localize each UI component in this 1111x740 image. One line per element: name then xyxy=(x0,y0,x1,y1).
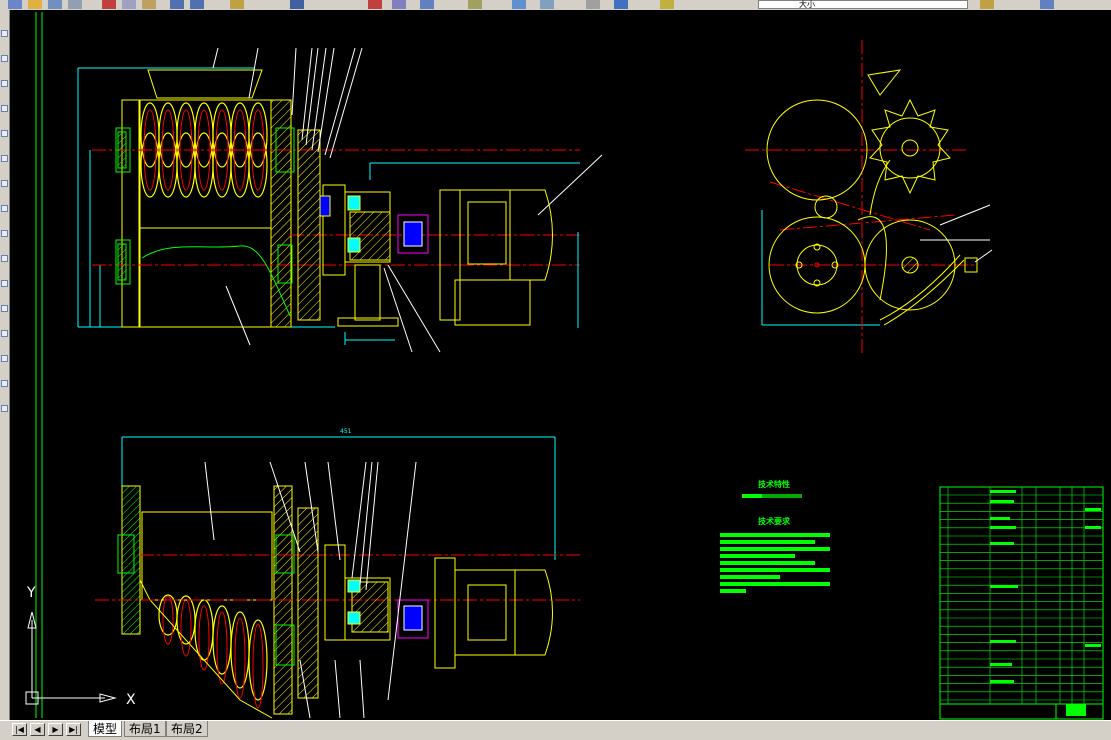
ellipse-tool-icon[interactable] xyxy=(1,205,8,212)
calculator-icon[interactable] xyxy=(540,0,554,9)
polygon-tool-icon[interactable] xyxy=(1,80,8,87)
zoom-window-icon[interactable] xyxy=(368,0,382,9)
tech-requirements-title: 技术要求 xyxy=(758,516,791,526)
layer-previous-icon[interactable] xyxy=(1040,0,1054,9)
rectangle-tool-icon[interactable] xyxy=(1,105,8,112)
help-icon[interactable] xyxy=(586,0,600,9)
parts-list-table xyxy=(939,486,1104,720)
paste-icon[interactable] xyxy=(142,0,156,9)
tab-layout1[interactable]: 布局1 xyxy=(124,721,166,737)
layout-tab-bar: |◀ ◀ ▶ ▶| 模型 布局1 布局2 xyxy=(0,720,1111,740)
modify-tool-icon[interactable] xyxy=(1,405,8,412)
spline-tool-icon[interactable] xyxy=(1,180,8,187)
overall-width-dimension: 451 xyxy=(340,428,352,435)
tab-layout2[interactable]: 布局2 xyxy=(166,721,208,737)
new-icon[interactable] xyxy=(8,0,22,9)
insert-block-icon[interactable] xyxy=(1,230,8,237)
tech-characteristics-title: 技术特性 xyxy=(758,479,790,489)
match-properties-icon[interactable] xyxy=(980,0,994,9)
ucs-y-label: Y xyxy=(26,585,36,601)
undo-icon[interactable] xyxy=(170,0,184,9)
draw-toolbar xyxy=(0,10,10,720)
drawing-frame-left xyxy=(35,12,43,718)
print-icon[interactable] xyxy=(68,0,82,9)
region-tool-icon[interactable] xyxy=(1,330,8,337)
first-tab-button[interactable]: |◀ xyxy=(12,723,27,736)
model-space-canvas[interactable]: 451 技术特性 技术要求 X Y xyxy=(10,10,1111,720)
technical-notes: 技术特性 技术要求 xyxy=(720,479,830,593)
redo-icon[interactable] xyxy=(190,0,204,9)
table-tool-icon[interactable] xyxy=(1,355,8,362)
pan-icon[interactable] xyxy=(230,0,244,9)
layer-dropdown-value: 大小 xyxy=(799,0,815,9)
last-tab-button[interactable]: ▶| xyxy=(66,723,81,736)
front-view xyxy=(77,47,603,353)
cut-icon[interactable] xyxy=(102,0,116,9)
zoom-icon[interactable] xyxy=(290,0,304,9)
arc-tool-icon[interactable] xyxy=(1,130,8,137)
plan-view: 451 xyxy=(95,428,580,719)
design-center-icon[interactable] xyxy=(468,0,482,9)
ucs-icon xyxy=(25,611,117,705)
mtext-tool-icon[interactable] xyxy=(1,380,8,387)
polyline-tool-icon[interactable] xyxy=(1,55,8,62)
zoom-previous-icon[interactable] xyxy=(392,0,406,9)
point-tool-icon[interactable] xyxy=(1,280,8,287)
previous-tab-button[interactable]: ◀ xyxy=(30,723,45,736)
line-tool-icon[interactable] xyxy=(1,30,8,37)
tool-palette-icon[interactable] xyxy=(512,0,526,9)
layer-dropdown[interactable]: 大小 xyxy=(758,0,968,9)
side-view xyxy=(745,40,993,355)
ucs-x-label: X xyxy=(126,692,136,708)
tab-model[interactable]: 模型 xyxy=(88,721,123,737)
make-block-icon[interactable] xyxy=(1,255,8,262)
hatch-tool-icon[interactable] xyxy=(1,305,8,312)
next-tab-button[interactable]: ▶ xyxy=(48,723,63,736)
cad-drawing: 451 技术特性 技术要求 X Y xyxy=(25,12,1104,720)
copy-icon[interactable] xyxy=(122,0,136,9)
properties-icon[interactable] xyxy=(420,0,434,9)
layer-manager-icon[interactable] xyxy=(614,0,628,9)
open-icon[interactable] xyxy=(28,0,42,9)
circle-tool-icon[interactable] xyxy=(1,155,8,162)
save-icon[interactable] xyxy=(48,0,62,9)
layer-state-icon[interactable] xyxy=(660,0,674,9)
